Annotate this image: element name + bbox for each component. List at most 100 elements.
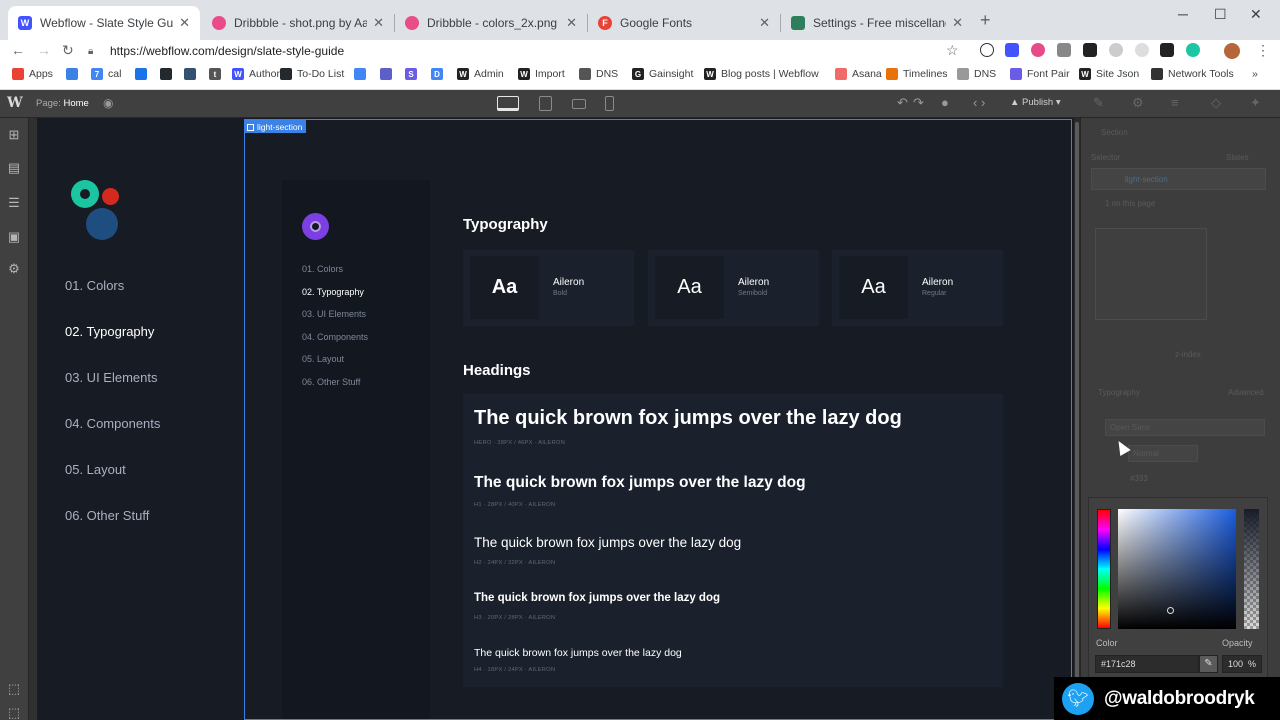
minimize-button[interactable]: ─ [1178, 6, 1188, 22]
tab-dribbble-shot[interactable]: Dribbble - shot.png by Aaron Ike ✕ [202, 6, 394, 40]
profile-avatar[interactable] [1224, 43, 1240, 59]
bookmark-item[interactable]: To-Do List [280, 68, 344, 80]
bookmark-item[interactable] [354, 68, 371, 80]
url-omnibox[interactable]: 🔒︎ https://webflow.com/design/slate-styl… [88, 41, 972, 61]
bookmark-item[interactable] [380, 68, 397, 80]
bookmark-item[interactable]: Timelines [886, 68, 948, 80]
inner-nav-components[interactable]: 04. Components [302, 332, 368, 342]
pointer-extension-icon[interactable] [1083, 43, 1097, 57]
heading-row-h4[interactable]: The quick brown fox jumps over the lazy … [463, 634, 1003, 687]
class-chip[interactable]: light-section [1125, 175, 1168, 184]
bookmark-item[interactable]: D [431, 68, 448, 80]
bookmark-item[interactable] [160, 68, 177, 80]
font-card-bold[interactable]: Aa Aileron Bold [463, 250, 634, 326]
font-card-semibold[interactable]: Aa Aileron Semibold [648, 250, 819, 326]
heading-row-hero[interactable]: The quick brown fox jumps over the lazy … [463, 394, 1003, 459]
spacing-box-model[interactable] [1095, 228, 1207, 320]
close-tab-icon[interactable]: ✕ [759, 15, 770, 31]
outer-nav-ui-elements[interactable]: 03. UI Elements [65, 370, 158, 385]
inner-nav-layout[interactable]: 05. Layout [302, 354, 344, 364]
font-card-regular[interactable]: Aa Aileron Regular [832, 250, 1003, 326]
hue-slider[interactable] [1097, 509, 1111, 629]
heading-row-h2[interactable]: The quick brown fox jumps over the lazy … [463, 522, 1003, 579]
marquee-icon[interactable]: ⬚ [7, 706, 21, 720]
canvas-scrollbar-thumb[interactable] [1075, 122, 1079, 712]
redo-icon[interactable]: ↷ [913, 95, 924, 111]
bookmark-item[interactable]: S [405, 68, 422, 80]
close-tab-icon[interactable]: ✕ [373, 15, 384, 31]
navigator-icon[interactable]: ≡ [1171, 95, 1179, 110]
tablet-breakpoint-icon[interactable] [539, 96, 552, 111]
outer-nav-typography[interactable]: 02. Typography [65, 324, 154, 339]
shield-extension-icon[interactable] [1057, 43, 1071, 57]
bookmark-item[interactable]: Asana [835, 68, 882, 80]
comments-icon[interactable]: ● [941, 95, 949, 110]
webflow-logo-icon[interactable]: W [7, 95, 23, 111]
effects-icon[interactable]: ✦ [1250, 95, 1261, 111]
inner-nav-ui-elements[interactable]: 03. UI Elements [302, 309, 366, 319]
outer-nav-other-stuff[interactable]: 06. Other Stuff [65, 508, 149, 523]
outer-nav-layout[interactable]: 05. Layout [65, 462, 126, 477]
selected-element-tag[interactable]: light-section [244, 120, 307, 133]
bookmark-item[interactable]: W Authors [232, 68, 285, 80]
pages-icon[interactable]: ▤ [7, 161, 21, 175]
bookmark-item[interactable]: Apps [12, 68, 53, 80]
bookmark-item[interactable]: t [209, 68, 226, 80]
mobile-portrait-breakpoint-icon[interactable] [605, 96, 614, 111]
saturation-value-area[interactable] [1118, 509, 1236, 629]
hex-color-input[interactable]: #171c28 [1095, 655, 1199, 673]
typography-section-label[interactable]: Typography [1098, 388, 1140, 397]
settings-icon[interactable]: ⚙ [7, 262, 21, 276]
reload-icon[interactable]: ↻ [62, 42, 74, 59]
interactions-icon[interactable]: ◇ [1211, 95, 1221, 111]
opacity-slider[interactable] [1244, 509, 1259, 629]
bookmark-item[interactable]: DNS [579, 68, 618, 80]
opacity-input[interactable]: 100 % [1222, 655, 1262, 673]
tab-google-fonts[interactable]: F Google Fonts ✕ [588, 6, 780, 40]
more-bookmarks-icon[interactable]: » [1252, 68, 1258, 80]
color-handle[interactable] [1167, 607, 1174, 614]
tab-settings-icons[interactable]: Settings - Free miscellaneous ico ✕ [781, 6, 973, 40]
bookmark-item[interactable]: W Import [518, 68, 565, 80]
color-extension-icon[interactable] [1031, 43, 1045, 57]
desktop-breakpoint-icon[interactable] [497, 96, 519, 111]
close-tab-icon[interactable]: ✕ [566, 15, 577, 31]
add-element-icon[interactable]: ⊞ [7, 128, 21, 142]
bookmark-item[interactable]: Network Tools [1151, 68, 1234, 80]
grammarly-extension-icon[interactable] [1186, 43, 1200, 57]
outer-nav-components[interactable]: 04. Components [65, 416, 160, 431]
bookmark-item[interactable] [184, 68, 201, 80]
tab-webflow[interactable]: W Webflow - Slate Style Guide ✕ [8, 6, 200, 40]
close-tab-icon[interactable]: ✕ [952, 15, 963, 31]
settings-gear-icon[interactable]: ⚙ [1132, 95, 1144, 111]
inner-nav-typography[interactable]: 02. Typography [302, 287, 364, 297]
bookmark-item[interactable]: W Site Json [1079, 68, 1139, 80]
code-export-icon[interactable]: ‹ › [973, 95, 985, 110]
page-selector[interactable]: Page: Home [36, 98, 89, 109]
tab-dribbble-colors[interactable]: Dribbble - colors_2x.png by Aaro ✕ [395, 6, 587, 40]
bookmark-item[interactable]: 7 cal [91, 68, 121, 80]
bookmark-item[interactable]: G Gainsight [632, 68, 693, 80]
bookmark-item[interactable]: W Blog posts | Webflow [704, 68, 819, 80]
preview-eye-icon[interactable]: ◉ [103, 96, 113, 110]
select-tool-icon[interactable]: ⬚ [7, 682, 21, 696]
bookmark-item[interactable] [66, 68, 83, 80]
selector-field[interactable] [1091, 168, 1266, 190]
bookmark-item[interactable]: W Admin [457, 68, 504, 80]
bookmark-item[interactable] [135, 68, 152, 80]
cms-database-icon[interactable]: ☰ [7, 196, 21, 210]
maximize-button[interactable]: ☐ [1214, 6, 1227, 23]
bookmark-item[interactable]: Font Pair [1010, 68, 1070, 80]
states-dropdown[interactable]: States [1226, 153, 1249, 162]
font-color-value[interactable]: #333 [1130, 474, 1148, 483]
bookmark-item[interactable]: DNS [957, 68, 996, 80]
advanced-toggle[interactable]: Advanced [1228, 388, 1264, 397]
1password-extension-icon[interactable] [980, 43, 994, 57]
extension-icon[interactable] [1135, 43, 1149, 57]
bookmark-star-icon[interactable]: ☆ [946, 42, 959, 59]
style-brush-icon[interactable]: ✎ [1093, 95, 1104, 111]
undo-icon[interactable]: ↶ [897, 95, 908, 111]
browser-menu-icon[interactable]: ⋮ [1256, 42, 1270, 59]
mobile-landscape-breakpoint-icon[interactable] [572, 99, 586, 109]
eyedropper-icon[interactable]: ✎ [1199, 655, 1218, 673]
